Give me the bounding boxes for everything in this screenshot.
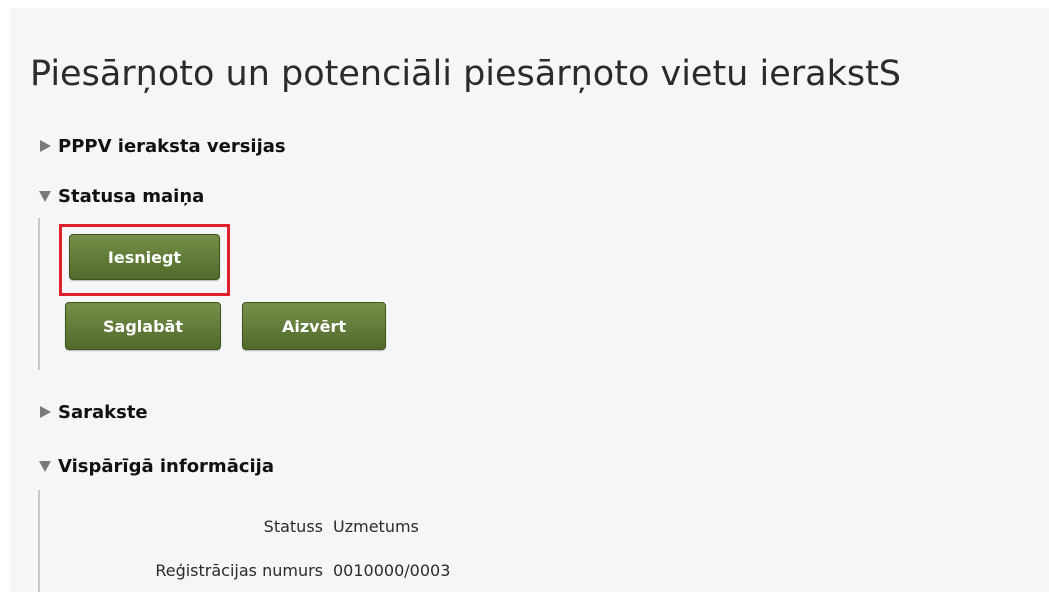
info-label: Statuss <box>263 517 323 536</box>
info-label: Reģistrācijas numurs <box>155 561 323 580</box>
info-row-status: Statuss Uzmetums <box>10 514 1049 540</box>
info-row-registration-number: Reģistrācijas numurs 0010000/0003 <box>10 558 1049 584</box>
info-value: 0010000/0003 <box>333 561 451 580</box>
info-value: Uzmetums <box>333 517 419 536</box>
general-info-table: Statuss Uzmetums Reģistrācijas numurs 00… <box>10 8 1049 592</box>
page-content: Piesārņoto un potenciāli piesārņoto viet… <box>10 8 1049 592</box>
